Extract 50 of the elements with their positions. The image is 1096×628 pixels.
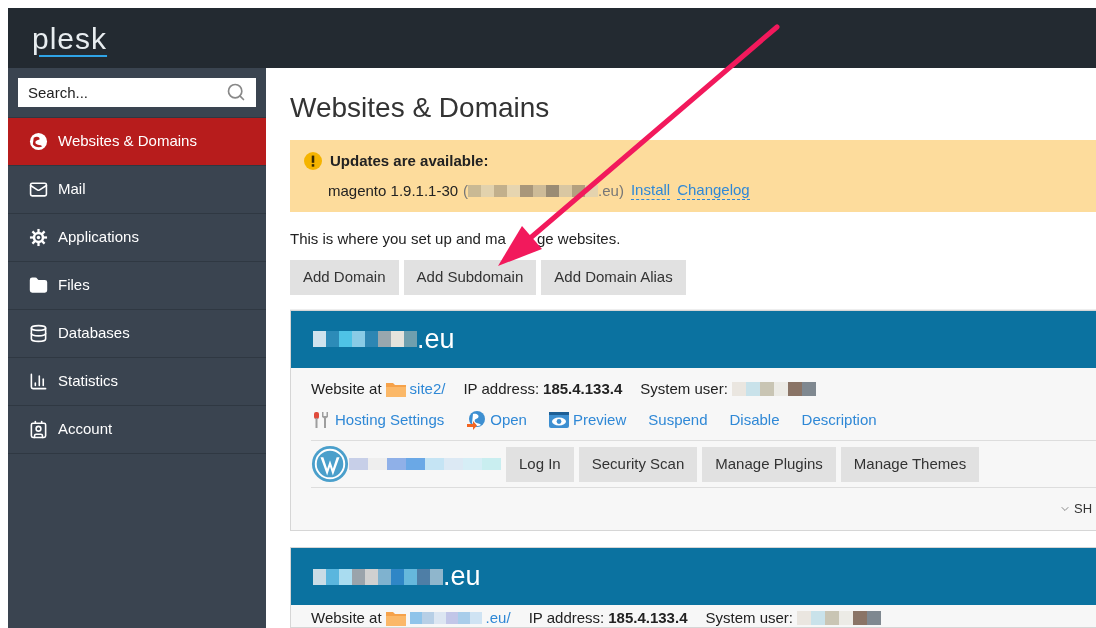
ip-label: IP address: xyxy=(528,609,605,627)
domain-action-link[interactable]: Preview xyxy=(548,408,627,431)
action-button[interactable]: Add Subdomain xyxy=(403,259,537,295)
domain-action-link[interactable]: Suspend xyxy=(648,408,708,431)
envelope-icon xyxy=(29,180,48,199)
folder-icon xyxy=(29,276,48,295)
site-link[interactable]: site2/ xyxy=(409,379,446,398)
search-icon xyxy=(226,82,246,102)
wordpress-icon xyxy=(311,445,349,483)
ip-label: IP address: xyxy=(463,379,540,398)
system-user-label: System user: xyxy=(705,609,793,627)
eye-icon xyxy=(548,411,569,428)
page-title: Websites & Domains xyxy=(290,91,551,125)
intro-text: ge websites. xyxy=(536,229,621,249)
website-label: Website at xyxy=(311,379,382,398)
wordpress-button[interactable]: Manage Themes xyxy=(840,446,980,482)
notice-title: Updates are available: xyxy=(330,151,489,171)
action-button[interactable]: Add Domain xyxy=(290,259,399,295)
domain-action-link[interactable]: Description xyxy=(801,408,877,431)
site-link[interactable]: .eu/ xyxy=(485,609,511,627)
tools-icon xyxy=(311,409,331,430)
ip-address: 185.4.133.4 xyxy=(543,379,623,398)
logo[interactable]: plesk xyxy=(32,15,108,61)
domain-action-link[interactable]: Disable xyxy=(729,408,780,431)
bar-chart-icon xyxy=(29,372,48,391)
folder-icon xyxy=(385,380,406,397)
ip-address: 185.4.133.4 xyxy=(608,609,688,627)
show-more-link[interactable]: SH xyxy=(1059,499,1093,519)
action-button[interactable]: Add Domain Alias xyxy=(541,259,686,295)
gear-icon xyxy=(29,228,48,247)
folder-icon xyxy=(385,610,406,626)
database-icon xyxy=(29,324,48,343)
wordpress-button[interactable]: Security Scan xyxy=(578,446,698,482)
contact-card-icon xyxy=(29,420,48,439)
domain-name[interactable]: .eu xyxy=(443,556,481,597)
domain-name[interactable]: .eu xyxy=(417,318,455,360)
domain-text: ( xyxy=(463,180,469,201)
sidebar-item[interactable]: Websites & Domains xyxy=(8,118,266,166)
globe-icon xyxy=(29,132,48,151)
system-user-label: System user: xyxy=(640,379,728,398)
intro-text: This is where you set up and ma xyxy=(290,229,506,249)
warning-icon xyxy=(304,152,322,171)
wordpress-button[interactable]: Log In xyxy=(506,446,574,482)
domain-text: .eu) xyxy=(598,180,624,201)
domain-action-link[interactable]: Open xyxy=(466,408,527,431)
domain-action-link[interactable]: Hosting Settings xyxy=(311,408,445,431)
search-field[interactable]: Search... xyxy=(18,78,256,107)
update-name: magento 1.9.1.1-30 xyxy=(328,180,459,201)
wordpress-button[interactable]: Manage Plugins xyxy=(702,446,836,482)
website-label: Website at xyxy=(311,609,382,627)
